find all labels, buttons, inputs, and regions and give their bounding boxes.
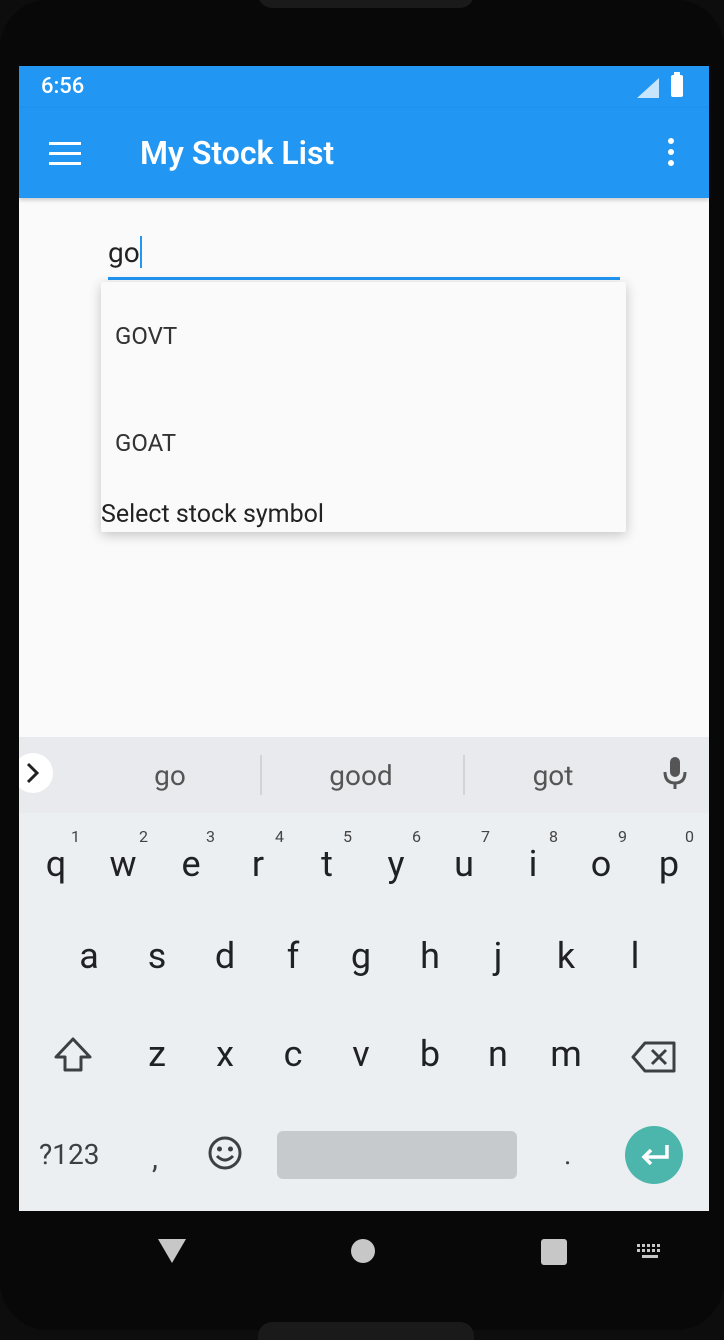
navigation-bar xyxy=(0,1211,724,1291)
suggestion-go[interactable]: go xyxy=(120,759,220,792)
home-icon[interactable] xyxy=(351,1239,375,1263)
key-w-number: 2 xyxy=(139,827,148,846)
microphone-icon[interactable] xyxy=(663,757,687,795)
enter-icon xyxy=(641,1145,669,1166)
key-u[interactable]: u xyxy=(434,843,494,885)
key-i-number: 8 xyxy=(549,827,558,846)
key-l[interactable]: l xyxy=(605,935,665,977)
device-bottom-bump xyxy=(258,1322,474,1340)
key-n[interactable]: n xyxy=(468,1033,528,1075)
key-g[interactable]: g xyxy=(331,935,391,977)
key-c[interactable]: c xyxy=(263,1033,323,1075)
key-y-number: 6 xyxy=(412,827,421,846)
key-j[interactable]: j xyxy=(468,935,528,977)
key-k[interactable]: k xyxy=(536,935,596,977)
shift-icon[interactable] xyxy=(53,1035,93,1079)
suggestion-divider xyxy=(463,755,465,795)
key-f[interactable]: f xyxy=(263,935,323,977)
key-i[interactable]: i xyxy=(503,843,563,885)
key-b[interactable]: b xyxy=(400,1033,460,1075)
key-r-number: 4 xyxy=(275,827,284,846)
backspace-icon[interactable] xyxy=(631,1041,677,1077)
app-bar: My Stock List xyxy=(19,108,709,198)
key-x[interactable]: x xyxy=(195,1033,255,1075)
app-title: My Stock List xyxy=(140,134,335,172)
keyboard: q 1 w 2 e 3 r 4 t 5 y 6 u 7 i 8 o 9 p 0 … xyxy=(19,813,709,1211)
dropdown-item-govt[interactable]: GOVT xyxy=(115,322,177,350)
comma-key[interactable]: , xyxy=(152,1141,158,1176)
suggestion-strip: go good got xyxy=(19,737,709,813)
input-underline xyxy=(108,277,620,280)
space-key[interactable] xyxy=(277,1131,517,1179)
menu-icon[interactable] xyxy=(49,142,81,166)
suggestion-good[interactable]: good xyxy=(301,759,421,792)
key-h[interactable]: h xyxy=(400,935,460,977)
key-d[interactable]: d xyxy=(195,935,255,977)
more-options-icon[interactable] xyxy=(661,138,681,170)
symbols-key[interactable]: ?123 xyxy=(39,1138,99,1171)
back-icon[interactable] xyxy=(158,1239,186,1263)
key-e[interactable]: e xyxy=(161,843,221,885)
key-z[interactable]: z xyxy=(127,1033,187,1075)
key-t[interactable]: t xyxy=(297,843,357,885)
suggestion-got[interactable]: got xyxy=(503,759,603,792)
screen: 6:56 My Stock List go GOVT GOAT Select s… xyxy=(19,66,709,1211)
suggestion-divider xyxy=(260,755,262,795)
text-cursor xyxy=(139,236,142,268)
status-bar: 6:56 xyxy=(19,66,709,108)
enter-key[interactable] xyxy=(625,1126,683,1184)
key-v[interactable]: v xyxy=(331,1033,391,1075)
key-u-number: 7 xyxy=(481,827,490,846)
key-o[interactable]: o xyxy=(571,843,631,885)
key-m[interactable]: m xyxy=(536,1033,596,1075)
key-e-number: 3 xyxy=(206,827,215,846)
status-time: 6:56 xyxy=(41,74,85,99)
key-o-number: 9 xyxy=(618,827,627,846)
key-w[interactable]: w xyxy=(93,843,153,885)
device-frame: 6:56 My Stock List go GOVT GOAT Select s… xyxy=(0,0,724,1340)
recents-icon[interactable] xyxy=(541,1239,567,1265)
autocomplete-dropdown: GOVT GOAT Select stock symbol xyxy=(101,282,626,532)
key-s[interactable]: s xyxy=(127,935,187,977)
key-q-number: 1 xyxy=(71,827,80,846)
key-p-number: 0 xyxy=(685,827,694,846)
dropdown-hint: Select stock symbol xyxy=(101,500,324,529)
battery-icon xyxy=(671,72,683,97)
key-p[interactable]: p xyxy=(639,843,699,885)
dropdown-item-goat[interactable]: GOAT xyxy=(115,429,176,457)
device-top-bump xyxy=(258,0,474,8)
key-a[interactable]: a xyxy=(59,935,119,977)
key-t-number: 5 xyxy=(343,827,352,846)
stock-search-input[interactable]: go xyxy=(108,226,620,280)
search-input-value: go xyxy=(108,236,140,269)
key-y[interactable]: y xyxy=(366,843,426,885)
signal-icon xyxy=(637,78,659,98)
keyboard-switch-icon[interactable] xyxy=(636,1243,664,1265)
period-key[interactable]: . xyxy=(564,1138,571,1171)
key-q[interactable]: q xyxy=(26,843,86,885)
emoji-icon[interactable] xyxy=(207,1135,243,1175)
chevron-right-icon[interactable] xyxy=(19,753,53,793)
key-r[interactable]: r xyxy=(228,843,288,885)
